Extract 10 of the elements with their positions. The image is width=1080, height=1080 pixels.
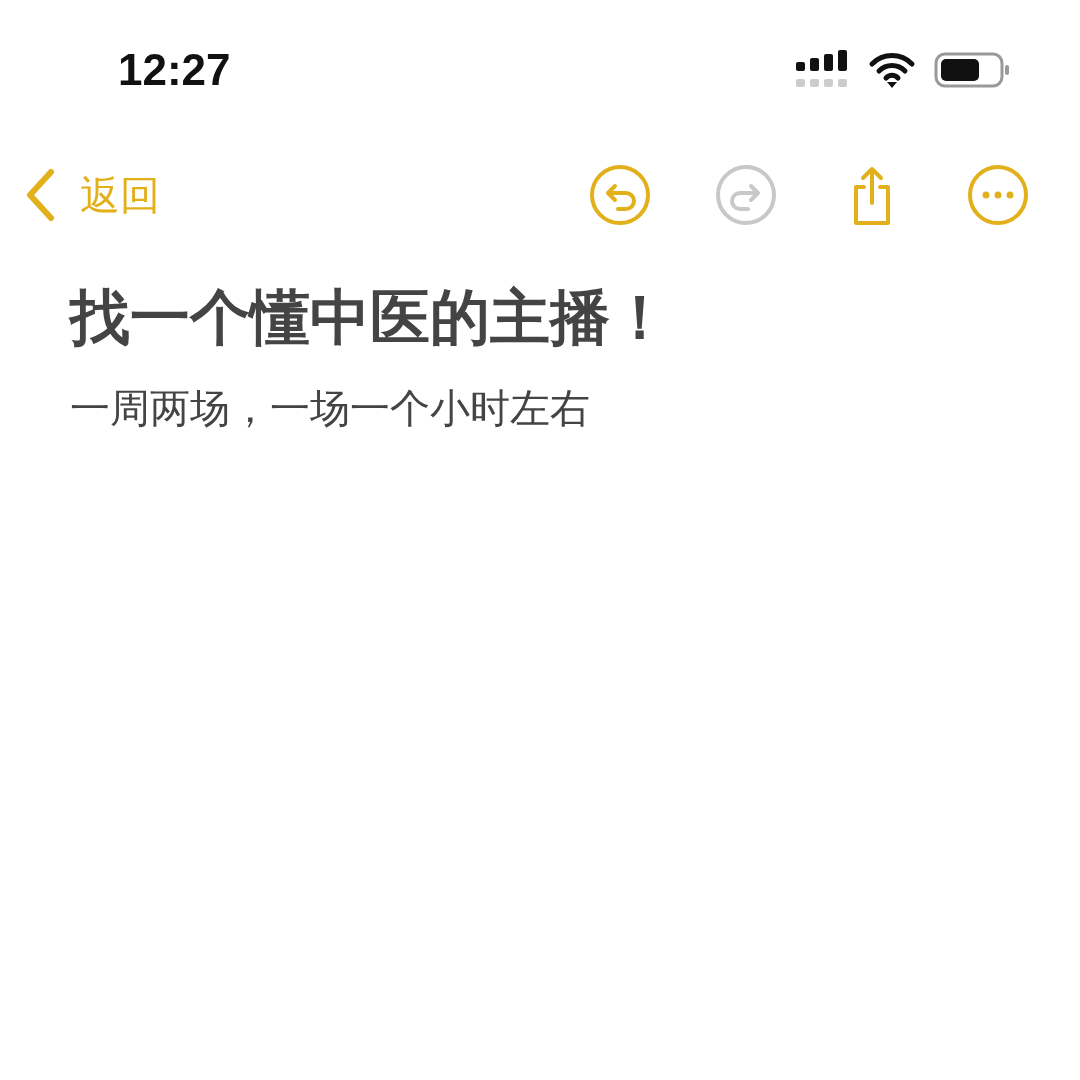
wifi-icon [868, 52, 916, 88]
status-time: 12:27 [118, 44, 231, 96]
undo-button[interactable] [588, 163, 652, 227]
more-button[interactable] [966, 163, 1030, 227]
battery-icon [934, 52, 1010, 88]
note-body: 一周两场，一场一个小时左右 [70, 384, 591, 433]
chevron-left-icon [24, 168, 56, 222]
back-button[interactable]: 返回 [24, 165, 160, 225]
note-title: 找一个懂中医的主播！ [70, 281, 671, 354]
cellular-signal-icon [796, 50, 850, 90]
